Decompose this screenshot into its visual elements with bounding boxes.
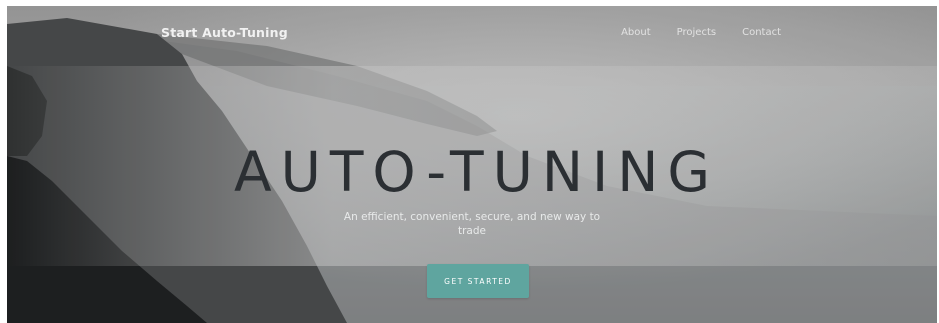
landing-page: Start Auto-Tuning About Projects Contact…: [7, 6, 937, 323]
nav-link-contact[interactable]: Contact: [742, 27, 781, 38]
top-navbar: Start Auto-Tuning About Projects Contact: [7, 6, 937, 62]
nav-link-about[interactable]: About: [621, 27, 651, 38]
nav-links: About Projects Contact: [621, 27, 781, 38]
get-started-button[interactable]: GET STARTED: [427, 264, 529, 298]
hero-subtitle: An efficient, convenient, secure, and ne…: [343, 211, 601, 237]
nav-link-projects[interactable]: Projects: [677, 27, 716, 38]
hero-content: AUTO-TUNING An efficient, convenient, se…: [7, 136, 937, 238]
brand-link[interactable]: Start Auto-Tuning: [161, 25, 288, 40]
hero-title: AUTO-TUNING: [233, 140, 720, 204]
